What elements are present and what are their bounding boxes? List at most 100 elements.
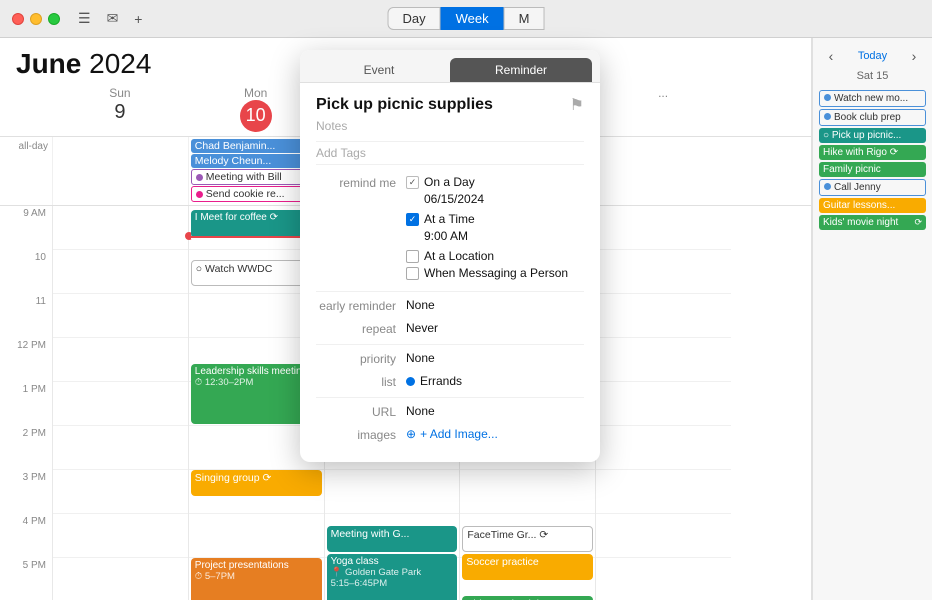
right-panel-date: Sat 15 <box>813 70 932 86</box>
early-reminder-val[interactable]: None <box>406 298 584 312</box>
dot-icon <box>824 94 831 101</box>
time-9am: 9 AM <box>0 206 52 250</box>
cal-event-soccer[interactable]: Soccer practice <box>462 554 593 580</box>
right-event-family-picnic[interactable]: Family picnic <box>819 162 926 177</box>
popup-remind-me-row: remind me ✓ On a Day 06/15/2024 ✓ At a T… <box>316 175 584 283</box>
at-location-check[interactable] <box>406 250 419 263</box>
cal-event-yoga[interactable]: Yoga class 📍 Golden Gate Park 5:15–6:45P… <box>327 554 458 600</box>
popup-divider-3 <box>316 397 584 398</box>
right-nav: ‹ Today › <box>813 38 932 70</box>
popup-divider-2 <box>316 344 584 345</box>
list-val[interactable]: Errands <box>406 374 584 388</box>
right-event-hike[interactable]: Hike with Rigo ⟳ <box>819 145 926 160</box>
list-label: list <box>316 374 406 389</box>
cal-event-project-presentations[interactable]: Project presentations ⏱ 5–7PM <box>191 558 322 600</box>
at-a-time-row: ✓ At a Time <box>406 212 584 226</box>
inbox-icon[interactable]: ✉ <box>107 10 119 27</box>
dot-icon <box>824 183 831 190</box>
add-image-button[interactable]: ⊕ + Add Image... <box>406 427 584 441</box>
cal-event-kids-movie[interactable]: Kids' movie night ⟳ <box>462 596 593 600</box>
tab-week[interactable]: Week <box>441 7 504 30</box>
prev-button[interactable]: ‹ <box>821 46 841 66</box>
popup-body: Pick up picnic supplies ⚑ Notes Add Tags… <box>300 83 600 462</box>
on-a-day-row: ✓ On a Day <box>406 175 584 189</box>
images-val: ⊕ + Add Image... <box>406 427 584 441</box>
next-button[interactable]: › <box>904 46 924 66</box>
cal-event-facetime[interactable]: FaceTime Gr... ⟳ <box>462 526 593 552</box>
dot-icon <box>196 174 203 181</box>
popup-tab-event[interactable]: Event <box>308 58 450 82</box>
remind-me-val: ✓ On a Day 06/15/2024 ✓ At a Time 9:00 A… <box>406 175 584 283</box>
repeat-label: repeat <box>316 321 406 336</box>
minimize-button[interactable] <box>30 13 42 25</box>
popup-divider-1 <box>316 291 584 292</box>
url-val[interactable]: None <box>406 404 584 418</box>
images-label: images <box>316 427 406 442</box>
remind-me-label: remind me <box>316 175 406 190</box>
allday-sun <box>52 137 188 205</box>
right-event-kids-movie-r[interactable]: Kids' movie night ⟳ <box>819 215 926 230</box>
when-messaging-row: When Messaging a Person <box>406 266 584 280</box>
at-a-time-value: 9:00 AM <box>406 229 584 243</box>
right-event-call-jenny[interactable]: Call Jenny <box>819 179 926 196</box>
priority-val[interactable]: None <box>406 351 584 365</box>
dot-icon <box>196 191 203 198</box>
time-11am: 11 <box>0 294 52 338</box>
when-messaging-check[interactable] <box>406 267 419 280</box>
popup-tags[interactable]: Add Tags <box>316 141 584 165</box>
right-event-pick-picnic[interactable]: ○ Pick up picnic... <box>819 128 926 143</box>
reminder-popup: Event Reminder Pick up picnic supplies ⚑… <box>300 50 600 462</box>
right-event-guitar[interactable]: Guitar lessons... <box>819 198 926 213</box>
view-tabs: Day Week M <box>388 7 545 30</box>
flag-icon[interactable]: ⚑ <box>570 95 584 115</box>
errands-dot-icon <box>406 377 415 386</box>
when-messaging-label: When Messaging a Person <box>424 266 568 280</box>
popup-title: Pick up picnic supplies <box>316 96 493 114</box>
early-reminder-label: early reminder <box>316 298 406 313</box>
on-a-day-date: 06/15/2024 <box>406 192 584 206</box>
toolbar-icons: ☰ ✉ + <box>78 10 142 27</box>
day-header-sun: Sun 9 <box>52 84 188 134</box>
cal-event-singing-group[interactable]: Singing group ⟳ <box>191 470 322 496</box>
right-panel-events: Watch new mo... Book club prep ○ Pick up… <box>813 86 932 236</box>
popup-images-row: images ⊕ + Add Image... <box>316 427 584 442</box>
add-image-icon: ⊕ <box>406 427 416 441</box>
on-a-day-label: On a Day <box>424 175 475 189</box>
right-panel: ‹ Today › Sat 15 Watch new mo... Book cl… <box>812 38 932 600</box>
popup-repeat-row: repeat Never <box>316 321 584 336</box>
popup-url-row: URL None <box>316 404 584 419</box>
popup-list-row: list Errands <box>316 374 584 389</box>
right-event-watch-new[interactable]: Watch new mo... <box>819 90 926 107</box>
at-location-label: At a Location <box>424 249 494 263</box>
tab-month[interactable]: M <box>504 7 545 30</box>
tab-day[interactable]: Day <box>388 7 441 30</box>
popup-tabs: Event Reminder <box>300 50 600 83</box>
repeat-val[interactable]: Never <box>406 321 584 335</box>
sidebar-toggle-icon[interactable]: ☰ <box>78 10 91 27</box>
right-event-book-club[interactable]: Book club prep <box>819 109 926 126</box>
popup-title-row: Pick up picnic supplies ⚑ <box>316 95 584 115</box>
add-event-icon[interactable]: + <box>134 11 142 27</box>
on-a-day-check[interactable]: ✓ <box>406 176 419 189</box>
list-value-text: Errands <box>420 374 462 388</box>
traffic-lights <box>12 13 60 25</box>
time-3pm: 3 PM <box>0 470 52 514</box>
today-button[interactable]: Today <box>858 50 887 62</box>
popup-notes[interactable]: Notes <box>316 119 584 133</box>
time-2pm: 2 PM <box>0 426 52 470</box>
time-4pm: 4 PM <box>0 514 52 558</box>
at-a-time-check[interactable]: ✓ <box>406 213 419 226</box>
day-col-sun <box>52 206 188 600</box>
at-location-row: At a Location <box>406 249 584 263</box>
popup-tab-reminder[interactable]: Reminder <box>450 58 592 82</box>
day-col-thu <box>595 206 731 600</box>
dot-icon <box>824 113 831 120</box>
time-labels: 9 AM 10 11 12 PM 1 PM 2 PM 3 PM 4 PM 5 P… <box>0 206 52 600</box>
at-a-time-label: At a Time <box>424 212 475 226</box>
maximize-button[interactable] <box>48 13 60 25</box>
allday-label: all-day <box>0 137 52 205</box>
cal-event-meeting-g[interactable]: Meeting with G... <box>327 526 458 552</box>
close-button[interactable] <box>12 13 24 25</box>
popup-priority-row: priority None <box>316 351 584 366</box>
time-1pm: 1 PM <box>0 382 52 426</box>
